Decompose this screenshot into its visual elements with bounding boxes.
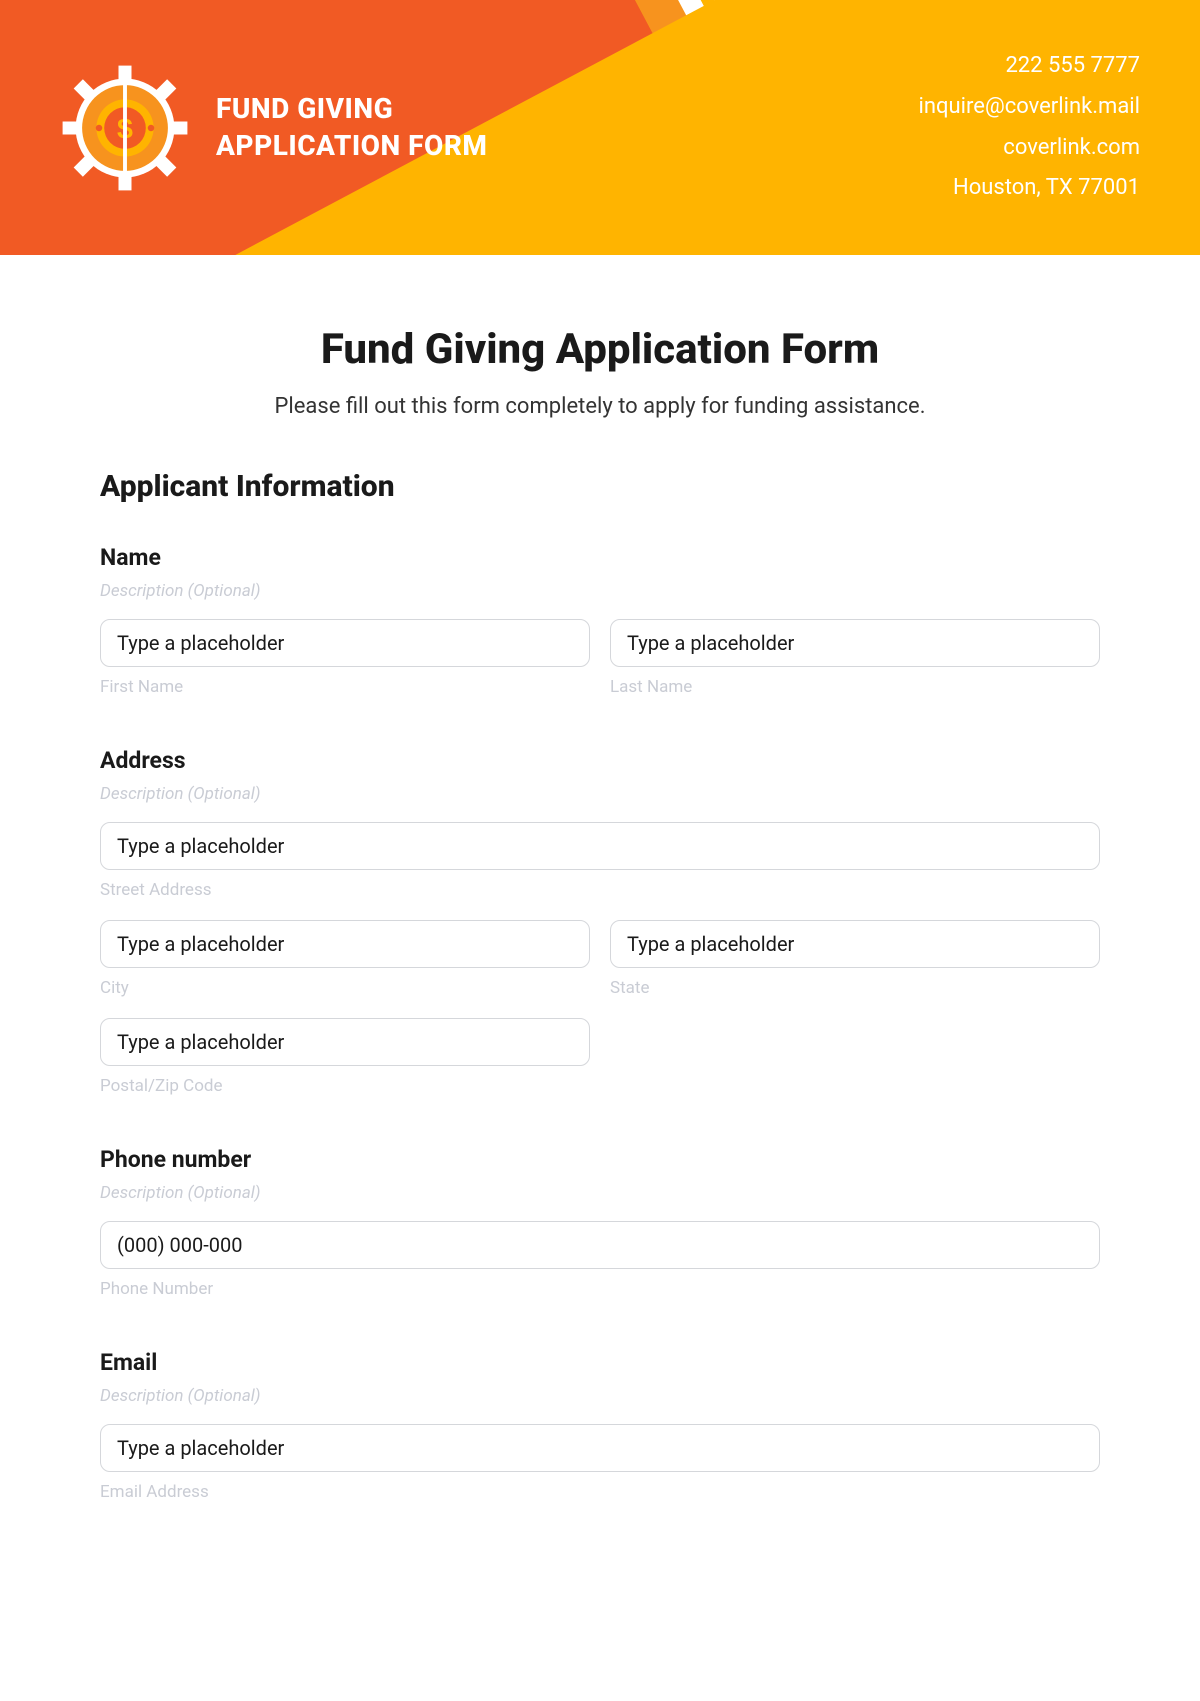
field-email: Email Description (Optional) Email Addre… [100, 1349, 1100, 1502]
street-address-sublabel: Street Address [100, 880, 1100, 900]
first-name-sublabel: First Name [100, 677, 590, 697]
city-input[interactable] [100, 920, 590, 968]
street-address-input[interactable] [100, 822, 1100, 870]
header-title-line2: APPLICATION FORM [216, 128, 487, 164]
state-sublabel: State [610, 978, 1100, 998]
name-description: Description (Optional) [100, 581, 1100, 601]
phone-sublabel: Phone Number [100, 1279, 1100, 1299]
first-name-input[interactable] [100, 619, 590, 667]
email-description: Description (Optional) [100, 1386, 1100, 1406]
last-name-sublabel: Last Name [610, 677, 1100, 697]
phone-input[interactable] [100, 1221, 1100, 1269]
field-phone: Phone number Description (Optional) Phon… [100, 1146, 1100, 1299]
postal-code-input[interactable] [100, 1018, 590, 1066]
contact-block: 222 555 7777 inquire@coverlink.mail cove… [919, 46, 1140, 209]
header-banner: $ FUND GIVING APPLICATION FORM 222 555 7… [0, 0, 1200, 255]
contact-address: Houston, TX 77001 [919, 168, 1140, 209]
email-input[interactable] [100, 1424, 1100, 1472]
field-address: Address Description (Optional) Street Ad… [100, 747, 1100, 1096]
contact-website: coverlink.com [919, 128, 1140, 169]
contact-email: inquire@coverlink.mail [919, 87, 1140, 128]
address-label: Address [100, 747, 1100, 774]
email-sublabel: Email Address [100, 1482, 1100, 1502]
phone-description: Description (Optional) [100, 1183, 1100, 1203]
postal-code-sublabel: Postal/Zip Code [100, 1076, 590, 1096]
field-name: Name Description (Optional) First Name L… [100, 544, 1100, 697]
page-subtitle: Please fill out this form completely to … [100, 394, 1100, 419]
phone-label: Phone number [100, 1146, 1100, 1173]
city-sublabel: City [100, 978, 590, 998]
page-title: Fund Giving Application Form [100, 325, 1100, 374]
header-title-line1: FUND GIVING [216, 91, 487, 127]
email-label: Email [100, 1349, 1100, 1376]
header-title: FUND GIVING APPLICATION FORM [216, 91, 487, 164]
address-description: Description (Optional) [100, 784, 1100, 804]
section-applicant-info: Applicant Information [100, 469, 1100, 504]
name-label: Name [100, 544, 1100, 571]
last-name-input[interactable] [610, 619, 1100, 667]
gear-dollar-icon: $ [60, 63, 190, 193]
contact-phone: 222 555 7777 [919, 46, 1140, 87]
state-input[interactable] [610, 920, 1100, 968]
